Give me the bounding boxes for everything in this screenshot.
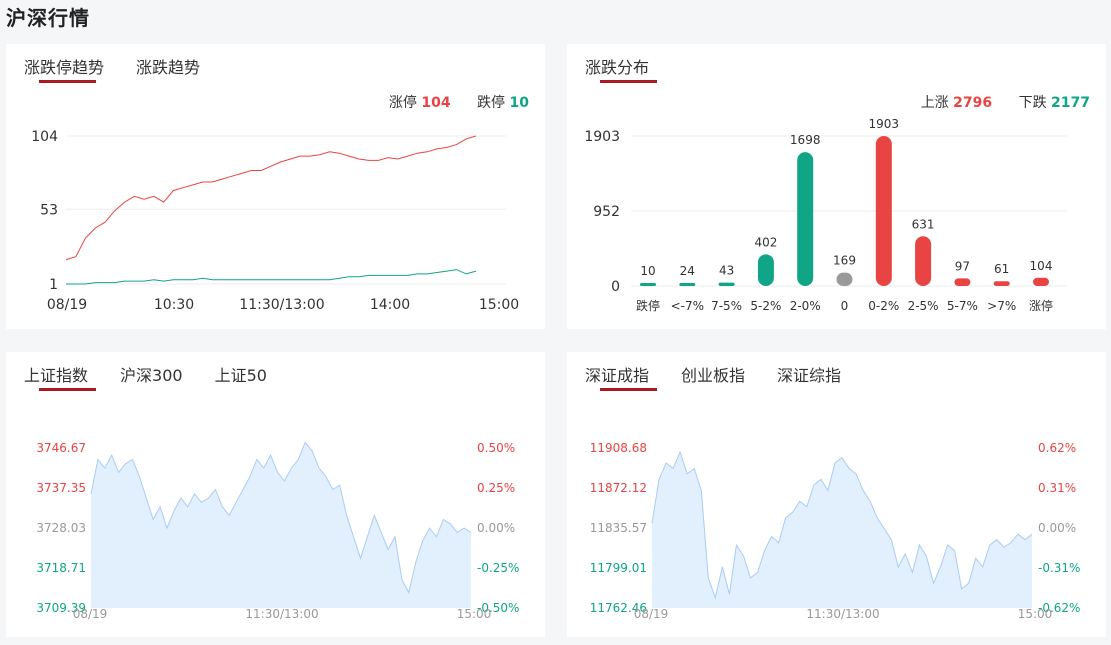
bar — [757, 254, 774, 286]
bar — [875, 136, 892, 286]
bar — [836, 272, 853, 286]
index-area-fill — [652, 452, 1032, 608]
x-category-label: 5-7% — [947, 299, 978, 313]
x-tick-label: 11:30/13:00 — [806, 607, 879, 621]
x-category-label: 0-2% — [868, 299, 899, 313]
percent-tick-label: 0.31% — [1038, 481, 1076, 495]
page-title: 沪深行情 — [6, 6, 90, 30]
x-category-label: 0 — [841, 299, 849, 313]
index-area-fill — [91, 442, 471, 608]
bar-value-label: 97 — [955, 259, 970, 273]
percent-tick-label: 0.25% — [477, 481, 515, 495]
limit-trend-panel: 涨跌停趋势 涨跌趋势 涨停 104 跌停 10 104 53 1 08/19 10:30… — [6, 44, 545, 329]
x-category-label: 跌停 — [636, 298, 660, 313]
x-category-label: <-7% — [671, 299, 704, 313]
x-tick-label: 10:30 — [154, 297, 194, 313]
distribution-panel: 涨跌分布 上涨 2796 下跌 2177 1903 952 0 10 跌停 24 <-7% 4… — [567, 44, 1106, 329]
bar-value-label: 24 — [680, 264, 695, 278]
x-tick-label: 11:30/13:00 — [245, 607, 318, 621]
bar-value-label: 61 — [994, 262, 1009, 276]
x-tick-label: 14:00 — [370, 297, 410, 313]
distribution-chart: 1903 952 0 10 跌停 24 <-7% 43 7-5% 402 5-2% 1698 2-0% 1… — [584, 117, 1067, 313]
x-tick-label: 11:30/13:00 — [239, 297, 324, 313]
percent-tick-label: -0.25% — [477, 561, 519, 575]
series-line-limit-down — [66, 269, 477, 285]
x-category-label: 2-0% — [790, 299, 821, 313]
y-tick-label: 0 — [611, 279, 620, 295]
bar-value-label: 169 — [833, 254, 856, 268]
bar — [640, 283, 656, 286]
bar-value-label: 402 — [754, 235, 777, 249]
limit-trend-chart: 104 53 1 08/19 10:30 11:30/13:00 14:00 15:00 — [31, 129, 519, 313]
x-category-label: 2-5% — [908, 299, 939, 313]
bar-value-label: 631 — [912, 217, 935, 231]
price-tick-label: 3746.67 — [36, 441, 86, 455]
y-tick-label: 53 — [40, 202, 58, 218]
bar — [915, 236, 932, 286]
bar-value-label: 1903 — [869, 117, 900, 131]
x-category-label: 7-5% — [711, 299, 742, 313]
x-tick-label: 15:00 — [1018, 607, 1053, 621]
x-category-label: 涨停 — [1029, 298, 1053, 313]
price-tick-label: 3728.03 — [36, 521, 86, 535]
bar-value-label: 104 — [1030, 259, 1053, 273]
price-tick-label: 11799.01 — [590, 561, 647, 575]
y-tick-label: 1 — [49, 277, 58, 293]
x-tick-label: 08/19 — [47, 297, 87, 313]
bar-value-label: 43 — [719, 264, 734, 278]
sz-index-panel: 深证成指 创业板指 深证综指 11908.68 11872.12 11835.57 1… — [567, 352, 1106, 637]
x-category-label: >7% — [987, 299, 1016, 313]
bar — [1033, 277, 1049, 286]
bar — [679, 283, 696, 286]
x-category-label: 5-2% — [750, 299, 781, 313]
bar — [954, 278, 971, 286]
sz-index-chart: 11908.6811872.1211835.5711799.0111762.46… — [590, 441, 1081, 621]
percent-tick-label: 0.00% — [477, 521, 515, 535]
bar-value-label: 1698 — [790, 133, 821, 147]
y-tick-label: 1903 — [584, 129, 620, 145]
x-tick-label: 08/19 — [73, 607, 108, 621]
percent-tick-label: 0.62% — [1038, 441, 1076, 455]
x-tick-label: 15:00 — [479, 297, 519, 313]
x-tick-label: 08/19 — [634, 607, 669, 621]
price-tick-label: 3737.35 — [36, 481, 86, 495]
percent-tick-label: 0.50% — [477, 441, 515, 455]
y-tick-label: 104 — [31, 129, 58, 145]
sh-index-chart: 3746.673737.353728.033718.713709.390.50%… — [36, 441, 519, 621]
percent-tick-label: 0.00% — [1038, 521, 1076, 535]
price-tick-label: 11872.12 — [590, 481, 647, 495]
x-tick-label: 15:00 — [457, 607, 492, 621]
sh-index-panel: 上证指数 沪深300 上证50 3746.67 3737.35 3728.03 371… — [6, 352, 545, 637]
bar — [993, 281, 1010, 286]
bar — [718, 282, 735, 286]
bar — [797, 152, 814, 286]
price-tick-label: 11835.57 — [590, 521, 647, 535]
percent-tick-label: -0.31% — [1038, 561, 1080, 575]
series-line-limit-up — [65, 135, 477, 261]
y-tick-label: 952 — [593, 204, 620, 220]
bar-value-label: 10 — [640, 264, 655, 278]
price-tick-label: 3718.71 — [36, 561, 86, 575]
price-tick-label: 11908.68 — [590, 441, 647, 455]
